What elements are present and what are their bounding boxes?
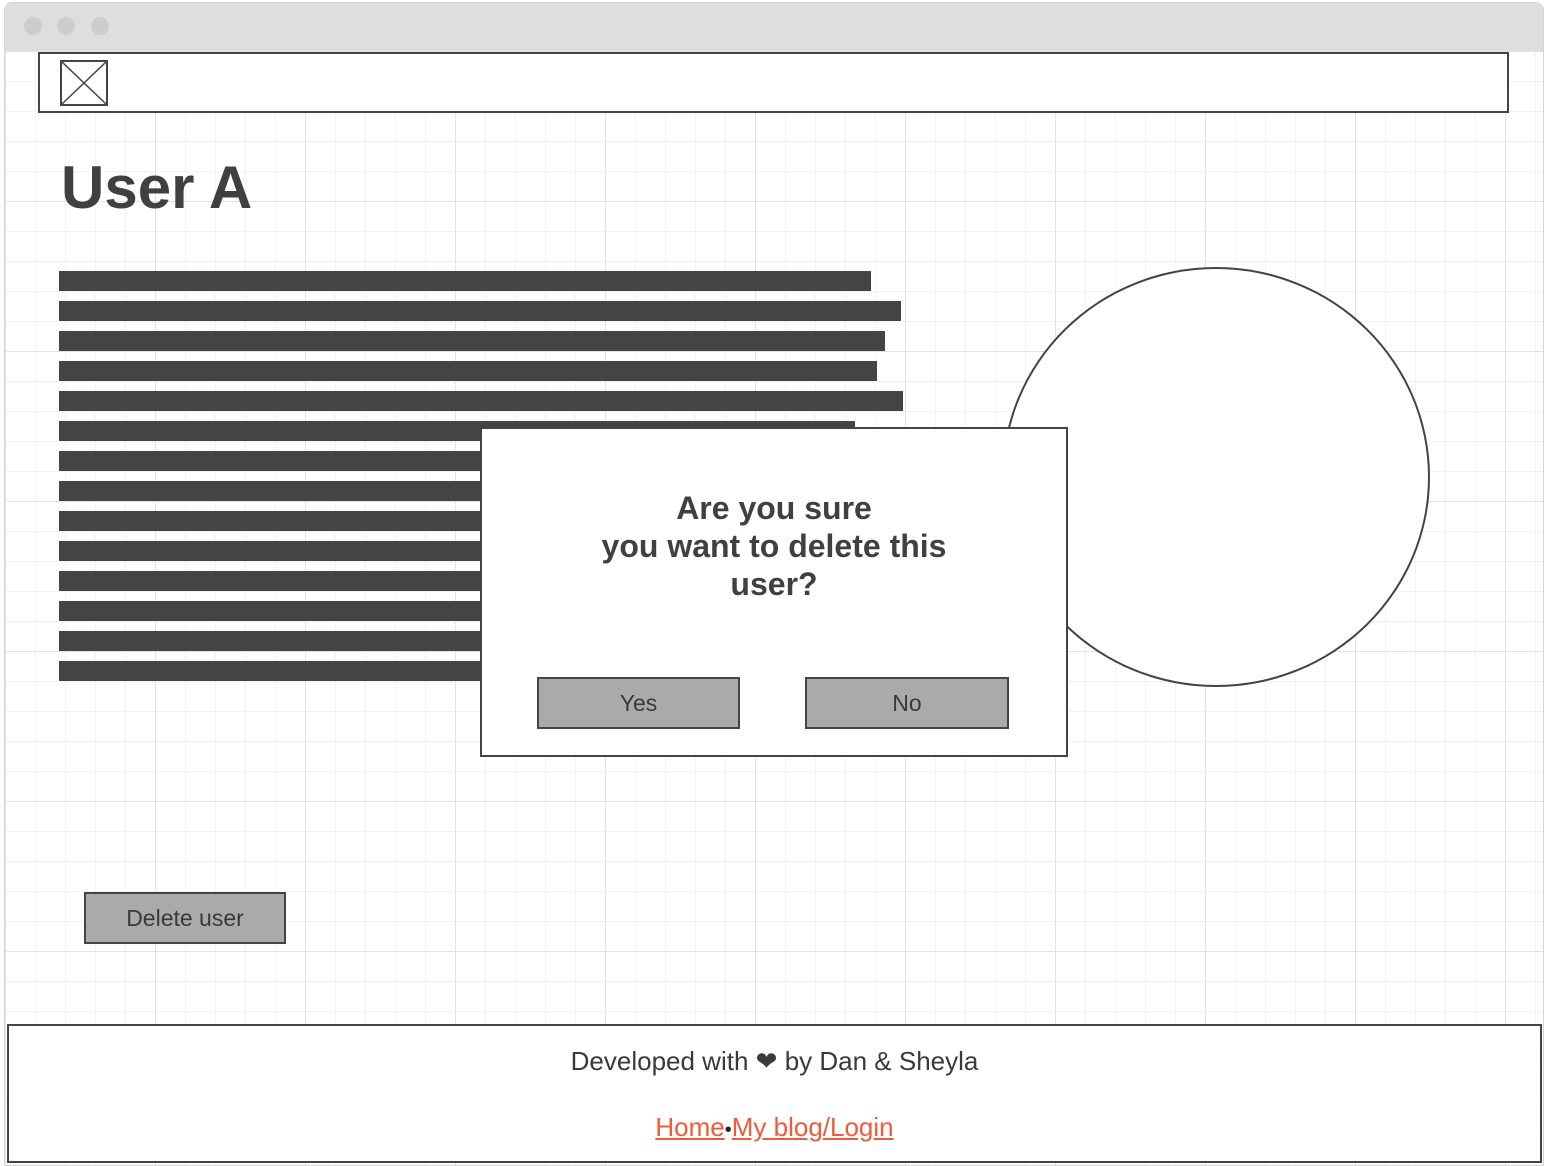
footer-links: Home•My blog/Login bbox=[9, 1112, 1540, 1143]
header-bar bbox=[38, 52, 1509, 113]
footer-separator: • bbox=[724, 1119, 732, 1141]
credit-suffix: by Dan & Sheyla bbox=[784, 1046, 979, 1076]
image-placeholder-icon[interactable] bbox=[60, 60, 108, 106]
delete-user-button[interactable]: Delete user bbox=[84, 892, 286, 944]
footer-credit: Developed with ❤ by Dan & Sheyla bbox=[9, 1046, 1540, 1077]
credit-prefix: Developed with bbox=[570, 1046, 749, 1076]
window-titlebar bbox=[5, 3, 1543, 51]
confirm-delete-dialog: Are you sure you want to delete this use… bbox=[480, 427, 1068, 757]
no-button[interactable]: No bbox=[805, 677, 1009, 729]
text-placeholder-line bbox=[59, 301, 901, 321]
footer: Developed with ❤ by Dan & Sheyla Home•My… bbox=[7, 1024, 1542, 1163]
text-placeholder-line bbox=[59, 391, 903, 411]
text-placeholder-line bbox=[59, 331, 885, 351]
heart-icon: ❤ bbox=[755, 1046, 778, 1076]
window-minimize-dot[interactable] bbox=[57, 17, 75, 35]
window-close-dot[interactable] bbox=[24, 17, 42, 35]
yes-button[interactable]: Yes bbox=[537, 677, 740, 729]
text-placeholder-line bbox=[59, 361, 877, 381]
dialog-message: Are you sure you want to delete this use… bbox=[601, 490, 947, 602]
text-placeholder-line bbox=[59, 271, 871, 291]
browser-window: User A Delete user Are you sure you want… bbox=[4, 2, 1544, 1166]
footer-link-home[interactable]: Home bbox=[655, 1112, 724, 1142]
window-maximize-dot[interactable] bbox=[91, 17, 109, 35]
page-title: User A bbox=[61, 154, 253, 221]
footer-link-blog-login[interactable]: My blog/Login bbox=[732, 1112, 894, 1142]
